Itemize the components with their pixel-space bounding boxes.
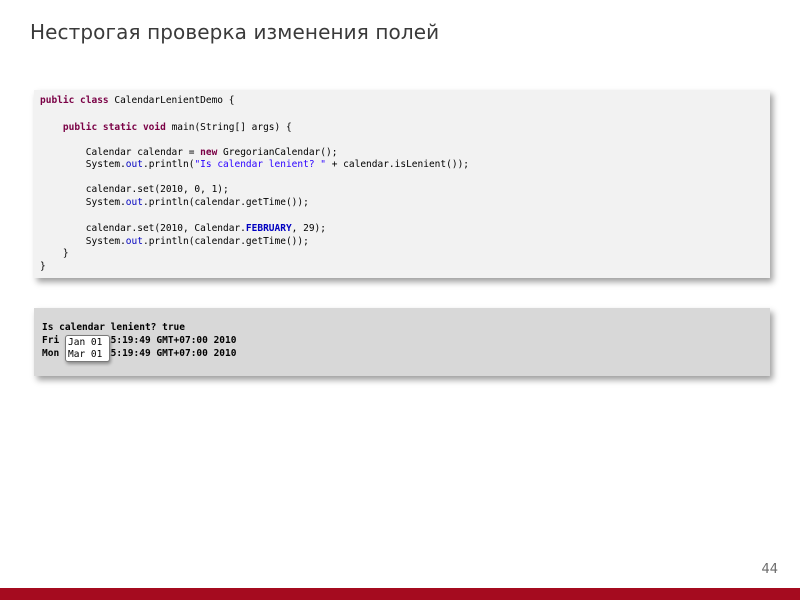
callout-date-jan: Jan 01 [68,337,103,348]
date-callout: Jan 01 Mar 01 [65,335,110,362]
code-text: System. [40,159,126,170]
code-text: System. [40,236,126,247]
slide-title: Нестрогая проверка изменения полей [30,20,440,44]
code-field: out [125,236,143,247]
code-text: main(String[] args) { [165,122,292,133]
code-text: GregorianCalendar(); [217,147,338,158]
code-text: .println( [142,159,195,170]
code-text: Calendar calendar = [40,147,201,158]
code-line-9: System.out.println(calendar.getTime()); [40,197,309,209]
code-text: calendar.set(2010, Calendar. [40,223,246,234]
code-keyword: new [200,147,218,158]
code-line-5: Calendar calendar = new GregorianCalenda… [40,147,338,159]
callout-date-mar: Mar 01 [68,349,103,360]
output-block: Is calendar lenient? true Fri 15:19:49 G… [34,308,770,376]
code-line-8: calendar.set(2010, 0, 1); [40,184,229,195]
code-line-6: System.out.println("Is calendar lenient?… [40,159,469,171]
code-field: out [125,197,143,208]
code-text: System. [40,197,126,208]
code-string: "Is calendar lenient? " [194,159,327,170]
code-text: .println(calendar.getTime()); [142,197,309,208]
code-field: out [125,159,143,170]
code-field: FEBRUARY [245,223,292,234]
footer-bar [0,588,800,600]
code-line-14: } [40,261,46,272]
page-number: 44 [761,562,778,577]
code-block: public class CalendarLenientDemo { publi… [34,90,770,278]
code-keyword: public class [40,95,109,106]
code-keyword: public static void [62,122,166,133]
code-line-1: public class CalendarLenientDemo { [40,95,234,107]
code-text: + calendar.isLenient()); [326,159,470,170]
code-line-13: } [40,248,69,259]
code-line-11: calendar.set(2010, Calendar.FEBRUARY, 29… [40,223,326,235]
code-text: .println(calendar.getTime()); [142,236,309,247]
code-line-12: System.out.println(calendar.getTime()); [40,236,309,248]
output-line-1: Is calendar lenient? true [42,322,185,333]
code-text: , 29); [291,223,326,234]
code-text: CalendarLenientDemo { [108,95,235,106]
code-line-3: public static void main(String[] args) { [40,122,292,134]
